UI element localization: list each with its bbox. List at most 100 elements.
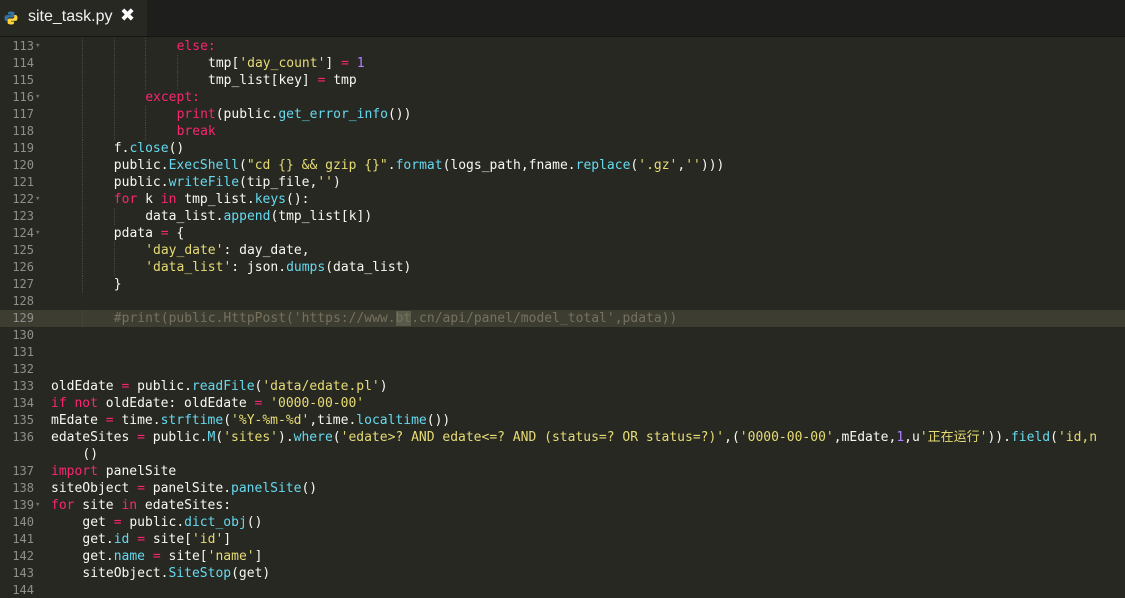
code-token: append — [223, 209, 271, 224]
code-token: (public. — [215, 107, 279, 122]
code-text: pdata = { — [114, 225, 184, 242]
code-token: "cd {} && gzip {}" — [246, 158, 388, 173]
code-token: k — [137, 192, 161, 207]
code-token: '' — [685, 158, 701, 173]
code-line[interactable]: 128 — [0, 293, 1125, 310]
fold-arrow-icon[interactable]: ▾ — [35, 38, 40, 55]
code-token: tmp[ — [208, 56, 240, 71]
code-line[interactable]: 136 edateSites = public.M('sites').where(… — [0, 429, 1125, 446]
code-token: strftime — [160, 413, 224, 428]
indent-guide — [82, 123, 84, 140]
code-token: site — [74, 498, 122, 513]
code-token: . — [387, 158, 396, 173]
code-line[interactable]: 115 tmp_list[key] = tmp — [0, 72, 1125, 89]
code-text: } — [114, 276, 122, 293]
code-text: mEdate = time.strftime('%Y-%m-%d',time.l… — [51, 412, 450, 429]
code-line[interactable]: 117 print(public.get_error_info()) — [0, 106, 1125, 123]
code-token: SiteStop — [168, 566, 232, 581]
code-token: dict_obj — [184, 515, 247, 530]
code-line[interactable]: 125 'day_date': day_date, — [0, 242, 1125, 259]
code-line[interactable]: 132 — [0, 361, 1125, 378]
indent-guide — [82, 72, 84, 89]
code-line[interactable]: 119 f.close() — [0, 140, 1125, 157]
code-token: if not — [51, 396, 98, 411]
code-line[interactable]: 144 — [0, 582, 1125, 598]
tab-site-task[interactable]: site_task.py ✖ — [0, 0, 147, 36]
indent-guide — [82, 140, 84, 157]
fold-arrow-icon[interactable]: ▾ — [35, 497, 40, 514]
code-token: get — [82, 515, 114, 530]
indent-guide — [82, 208, 84, 225]
indent-guide — [145, 123, 147, 140]
code-line[interactable]: 142 get.name = site['name'] — [0, 548, 1125, 565]
code-line[interactable]: 138 siteObject = panelSite.panelSite() — [0, 480, 1125, 497]
line-number: 119 — [12, 141, 34, 155]
code-line[interactable]: 121 public.writeFile(tip_file,'') — [0, 174, 1125, 191]
code-line[interactable]: 135 mEdate = time.strftime('%Y-%m-%d',tim… — [0, 412, 1125, 429]
indent-guide — [113, 208, 116, 225]
active-code-line[interactable]: 129 #print(public.HttpPost('https://www.b… — [0, 310, 1125, 327]
code-line[interactable]: 140 get = public.dict_obj() — [0, 514, 1125, 531]
code-line[interactable]: 120 public.ExecShell("cd {} && gzip {}".f… — [0, 157, 1125, 174]
code-line[interactable]: 141 get.id = site['id'] — [0, 531, 1125, 548]
line-number: 120 — [12, 158, 34, 172]
code-line[interactable]: 122 ▾ for k in tmp_list.keys(): — [0, 191, 1125, 208]
code-token: 1 — [356, 56, 365, 71]
code-line[interactable]: 126 'data_list': json.dumps(data_list) — [0, 259, 1125, 276]
code-line[interactable]: 113 ▾ else: — [0, 38, 1125, 55]
code-token: ExecShell — [168, 158, 240, 173]
line-number: 113 — [12, 39, 34, 53]
indent-guide — [113, 72, 116, 89]
code-token: readFile — [191, 379, 255, 394]
code-text: () — [82, 446, 98, 463]
code-line[interactable]: 134 if not oldEdate: oldEdate = '0000-00-… — [0, 395, 1125, 412]
code-line[interactable]: 116 ▾ except: — [0, 89, 1125, 106]
code-line[interactable]: 127} — [0, 276, 1125, 293]
code-editor[interactable]: 113 ▾ else: 114 tmp['day_count'] = 1 115 tmp_l… — [0, 37, 1125, 598]
fold-arrow-icon[interactable]: ▾ — [35, 191, 40, 208]
code-line[interactable]: 130 — [0, 327, 1125, 344]
code-line[interactable]: 131 — [0, 344, 1125, 361]
indent-guide — [82, 157, 84, 174]
python-icon — [4, 11, 18, 25]
line-number: 128 — [12, 294, 34, 308]
indent-guide — [113, 242, 116, 259]
indent-guide — [82, 55, 84, 72]
fold-arrow-icon[interactable]: ▾ — [35, 225, 40, 242]
code-line[interactable]: 133 oldEdate = public.readFile('data/edat… — [0, 378, 1125, 395]
code-token: 'day_count' — [239, 56, 326, 71]
line-number: 115 — [12, 73, 34, 87]
code-token: where — [293, 430, 333, 445]
code-token: get. — [82, 532, 114, 547]
indent-guide — [82, 310, 84, 327]
close-tab-icon[interactable]: ✖ — [120, 5, 135, 26]
code-token: (): — [286, 192, 310, 207]
code-line[interactable]: 124 ▾ pdata = { — [0, 225, 1125, 242]
code-line[interactable]: 114 tmp['day_count'] = 1 — [0, 55, 1125, 72]
code-line[interactable]: 139 ▾ for site in edateSites: — [0, 497, 1125, 514]
code-token: tmp_list. — [176, 192, 255, 207]
indent-guide — [145, 38, 147, 55]
code-text: for k in tmp_list.keys(): — [114, 191, 310, 208]
fold-arrow-icon[interactable]: ▾ — [35, 89, 40, 106]
line-number: 125 — [12, 243, 34, 257]
code-token: name — [113, 549, 146, 564]
code-line[interactable]: 137 import panelSite — [0, 463, 1125, 480]
indent-guide — [82, 89, 84, 106]
line-number: 132 — [12, 362, 34, 376]
indent-guide — [82, 259, 84, 276]
code-line[interactable]: 118 break — [0, 123, 1125, 140]
code-token: ( — [332, 430, 341, 445]
tab-filename: site_task.py — [28, 8, 113, 25]
code-line[interactable]: 143 siteObject.SiteStop(get) — [0, 565, 1125, 582]
code-line[interactable]: () — [0, 446, 1125, 463]
code-token: (logs_path,fname. — [442, 158, 576, 173]
indent-guide — [176, 72, 179, 89]
code-token: close — [129, 141, 169, 156]
code-line[interactable]: 123 data_list.append(tmp_list[k]) — [0, 208, 1125, 225]
code-token: public. — [113, 175, 169, 190]
code-token: in — [160, 192, 177, 207]
code-token: id — [113, 532, 130, 547]
